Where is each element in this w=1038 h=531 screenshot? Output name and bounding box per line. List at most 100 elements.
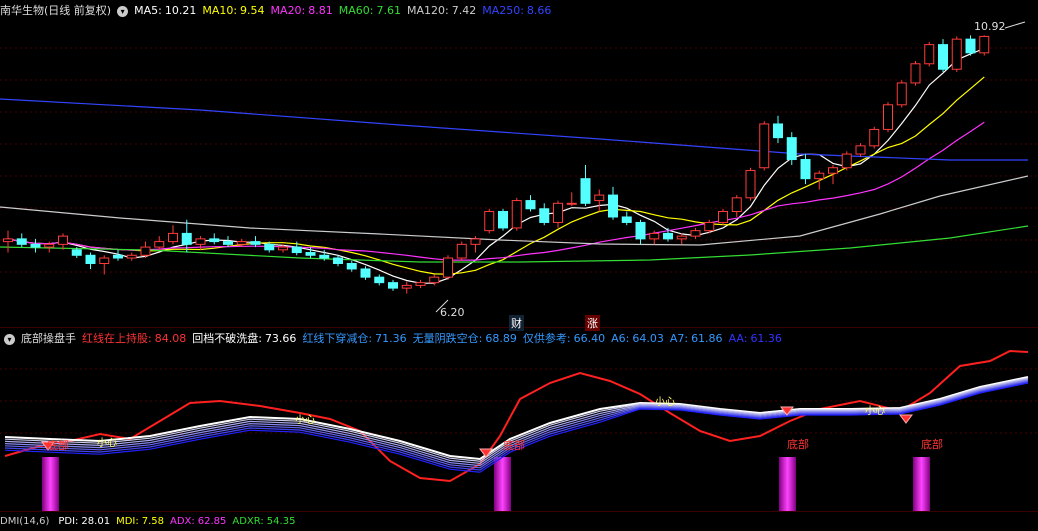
candle-body [704, 221, 715, 232]
candlestick[interactable] [855, 143, 866, 157]
indicator-chart[interactable] [0, 331, 1038, 511]
candlestick[interactable] [30, 238, 41, 253]
candle-body [525, 200, 536, 210]
candlestick[interactable] [924, 41, 935, 67]
candlestick[interactable] [415, 279, 426, 289]
candlestick[interactable] [484, 208, 495, 234]
candle-body [16, 238, 27, 245]
bottom-signal-label: 底部 [787, 438, 809, 451]
candlestick[interactable] [566, 192, 577, 207]
candlestick[interactable] [374, 274, 385, 286]
candlestick[interactable] [470, 236, 481, 253]
candlestick[interactable] [731, 195, 742, 217]
candle-body [58, 235, 68, 245]
candle-body [621, 216, 632, 223]
candle-body [401, 284, 412, 289]
candlestick[interactable] [3, 230, 13, 253]
candlestick[interactable] [965, 35, 976, 56]
indicator-line-6 [4, 382, 1029, 473]
candlestick[interactable] [979, 35, 990, 56]
candle-body [649, 232, 660, 240]
candlestick[interactable] [209, 233, 220, 245]
signal-bar [779, 457, 796, 511]
low-price-label: 6.20 [440, 306, 465, 319]
caution-label: 小心 [97, 438, 117, 449]
candle-body [3, 238, 13, 243]
finance-marker[interactable]: 财 [509, 315, 524, 331]
candlestick[interactable] [154, 236, 165, 250]
bottom-signal-label: 底部 [503, 439, 525, 452]
candle-body [745, 169, 756, 199]
candlestick[interactable] [553, 200, 563, 228]
candlestick[interactable] [883, 102, 893, 133]
candle-body [456, 243, 467, 259]
candle-body [85, 254, 96, 264]
dmi-label: MDI: [116, 516, 139, 527]
caution-label: 小心 [295, 415, 315, 426]
candlestick[interactable] [511, 197, 522, 231]
candle-body [635, 221, 646, 240]
candlestick[interactable] [896, 80, 907, 108]
candle-body [388, 282, 398, 289]
candle-body [594, 194, 605, 202]
candle-body [553, 202, 563, 223]
candle-body [154, 241, 165, 248]
dmi-legend: DMI(14,6) PDI: 28.01 MDI: 7.58 ADX: 62.85 ADXR:… [0, 513, 301, 531]
indicator-line-5 [4, 381, 1029, 471]
candle-body [580, 178, 591, 204]
candlestick[interactable] [841, 151, 852, 171]
dmi-value: 62.85 [197, 516, 227, 527]
candlestick[interactable] [140, 241, 151, 259]
candlestick[interactable] [525, 195, 536, 212]
candlestick[interactable] [676, 233, 687, 245]
candlestick[interactable] [745, 167, 756, 201]
candle-body [443, 257, 453, 278]
candle-body [278, 246, 288, 251]
candle-body [195, 238, 206, 245]
candlestick[interactable] [443, 255, 453, 280]
candlestick[interactable] [759, 121, 770, 171]
candlestick[interactable] [690, 227, 701, 239]
candlestick[interactable] [828, 165, 838, 185]
candlestick[interactable] [800, 154, 811, 185]
candlestick[interactable] [773, 115, 783, 144]
candlestick[interactable] [126, 252, 137, 261]
candlestick[interactable] [58, 233, 68, 250]
bottom-signal-label: 底部 [921, 438, 943, 451]
candlestick[interactable] [346, 260, 357, 272]
candlestick[interactable] [250, 236, 261, 248]
candle-body [828, 167, 838, 174]
candlestick[interactable] [360, 266, 371, 280]
limit-up-marker[interactable]: 涨 [585, 315, 600, 331]
candlestick[interactable] [16, 233, 27, 248]
ma5-line [7, 47, 985, 284]
candlestick-chart[interactable] [0, 0, 1038, 325]
candlestick[interactable] [580, 165, 591, 207]
candle-body [498, 211, 508, 229]
candlestick[interactable] [113, 249, 123, 261]
candlestick[interactable] [938, 39, 948, 72]
candle-body [484, 211, 495, 232]
high-price-label: 10.92 [974, 20, 1006, 33]
candlestick[interactable] [869, 126, 880, 149]
dmi-value: 7.58 [141, 516, 164, 527]
candlestick[interactable] [388, 279, 398, 291]
candle-body [663, 232, 673, 240]
candle-body [223, 241, 233, 245]
candle-body [690, 230, 701, 237]
candlestick[interactable] [168, 225, 178, 245]
candlestick[interactable] [814, 170, 825, 190]
candlestick[interactable] [621, 211, 632, 226]
candlestick[interactable] [718, 208, 728, 226]
candlestick[interactable] [635, 219, 646, 245]
candlestick[interactable] [910, 61, 921, 86]
candlestick[interactable] [608, 186, 618, 220]
candle-body [181, 232, 192, 245]
candlestick[interactable] [456, 241, 467, 261]
candlestick[interactable] [539, 203, 550, 226]
candlestick[interactable] [498, 208, 508, 231]
candle-body [44, 243, 55, 248]
candlestick[interactable] [401, 281, 412, 294]
candlestick[interactable] [85, 252, 96, 269]
candlestick[interactable] [951, 36, 962, 72]
